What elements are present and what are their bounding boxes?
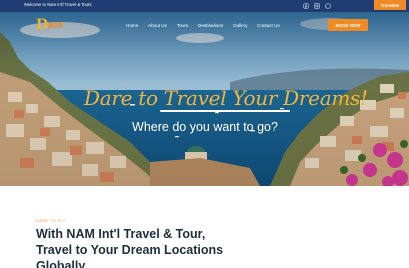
- nav-destinations[interactable]: Destinations: [198, 23, 223, 28]
- nav-gallery[interactable]: Gallery: [233, 23, 248, 28]
- logo-word: AM: [48, 21, 63, 30]
- about-heading-line: With NAM Int'l Travel & Tour,: [36, 227, 206, 241]
- section-eyebrow: DARE TO FLY: [36, 219, 66, 223]
- logo-mark: D: [36, 17, 49, 33]
- welcome-text: Welcome to Nam Int'l Travel & Tours: [24, 2, 92, 7]
- about-heading: With NAM Int'l Travel & Tour, Travel to …: [36, 226, 286, 268]
- hero-banner: Dare to Travel Your Dreams! Where do you…: [0, 12, 409, 186]
- book-now-button[interactable]: BOOK NOW: [328, 19, 368, 31]
- facebook-icon[interactable]: [302, 2, 310, 10]
- instagram-icon[interactable]: [313, 2, 321, 10]
- nav-home[interactable]: Home: [126, 23, 138, 28]
- nav-about-us[interactable]: About Us: [148, 23, 167, 28]
- hero-subheading: Where do you want to go?: [132, 120, 278, 134]
- nav-contact-us[interactable]: Contact Us: [257, 23, 280, 28]
- translate-button[interactable]: Translate: [374, 0, 406, 10]
- site-logo[interactable]: D AM: [36, 17, 72, 35]
- nav-tours[interactable]: Tours: [177, 23, 188, 28]
- hero-tagline: Dare to Travel Your Dreams!: [84, 86, 368, 110]
- tagline-underline: [160, 110, 290, 112]
- whatsapp-icon[interactable]: [324, 2, 332, 10]
- about-heading-line: Globally: [36, 259, 86, 268]
- about-heading-line: Travel to Your Dream Locations: [36, 243, 224, 257]
- top-bar: Welcome to Nam Int'l Travel & Tours Tran…: [0, 0, 409, 12]
